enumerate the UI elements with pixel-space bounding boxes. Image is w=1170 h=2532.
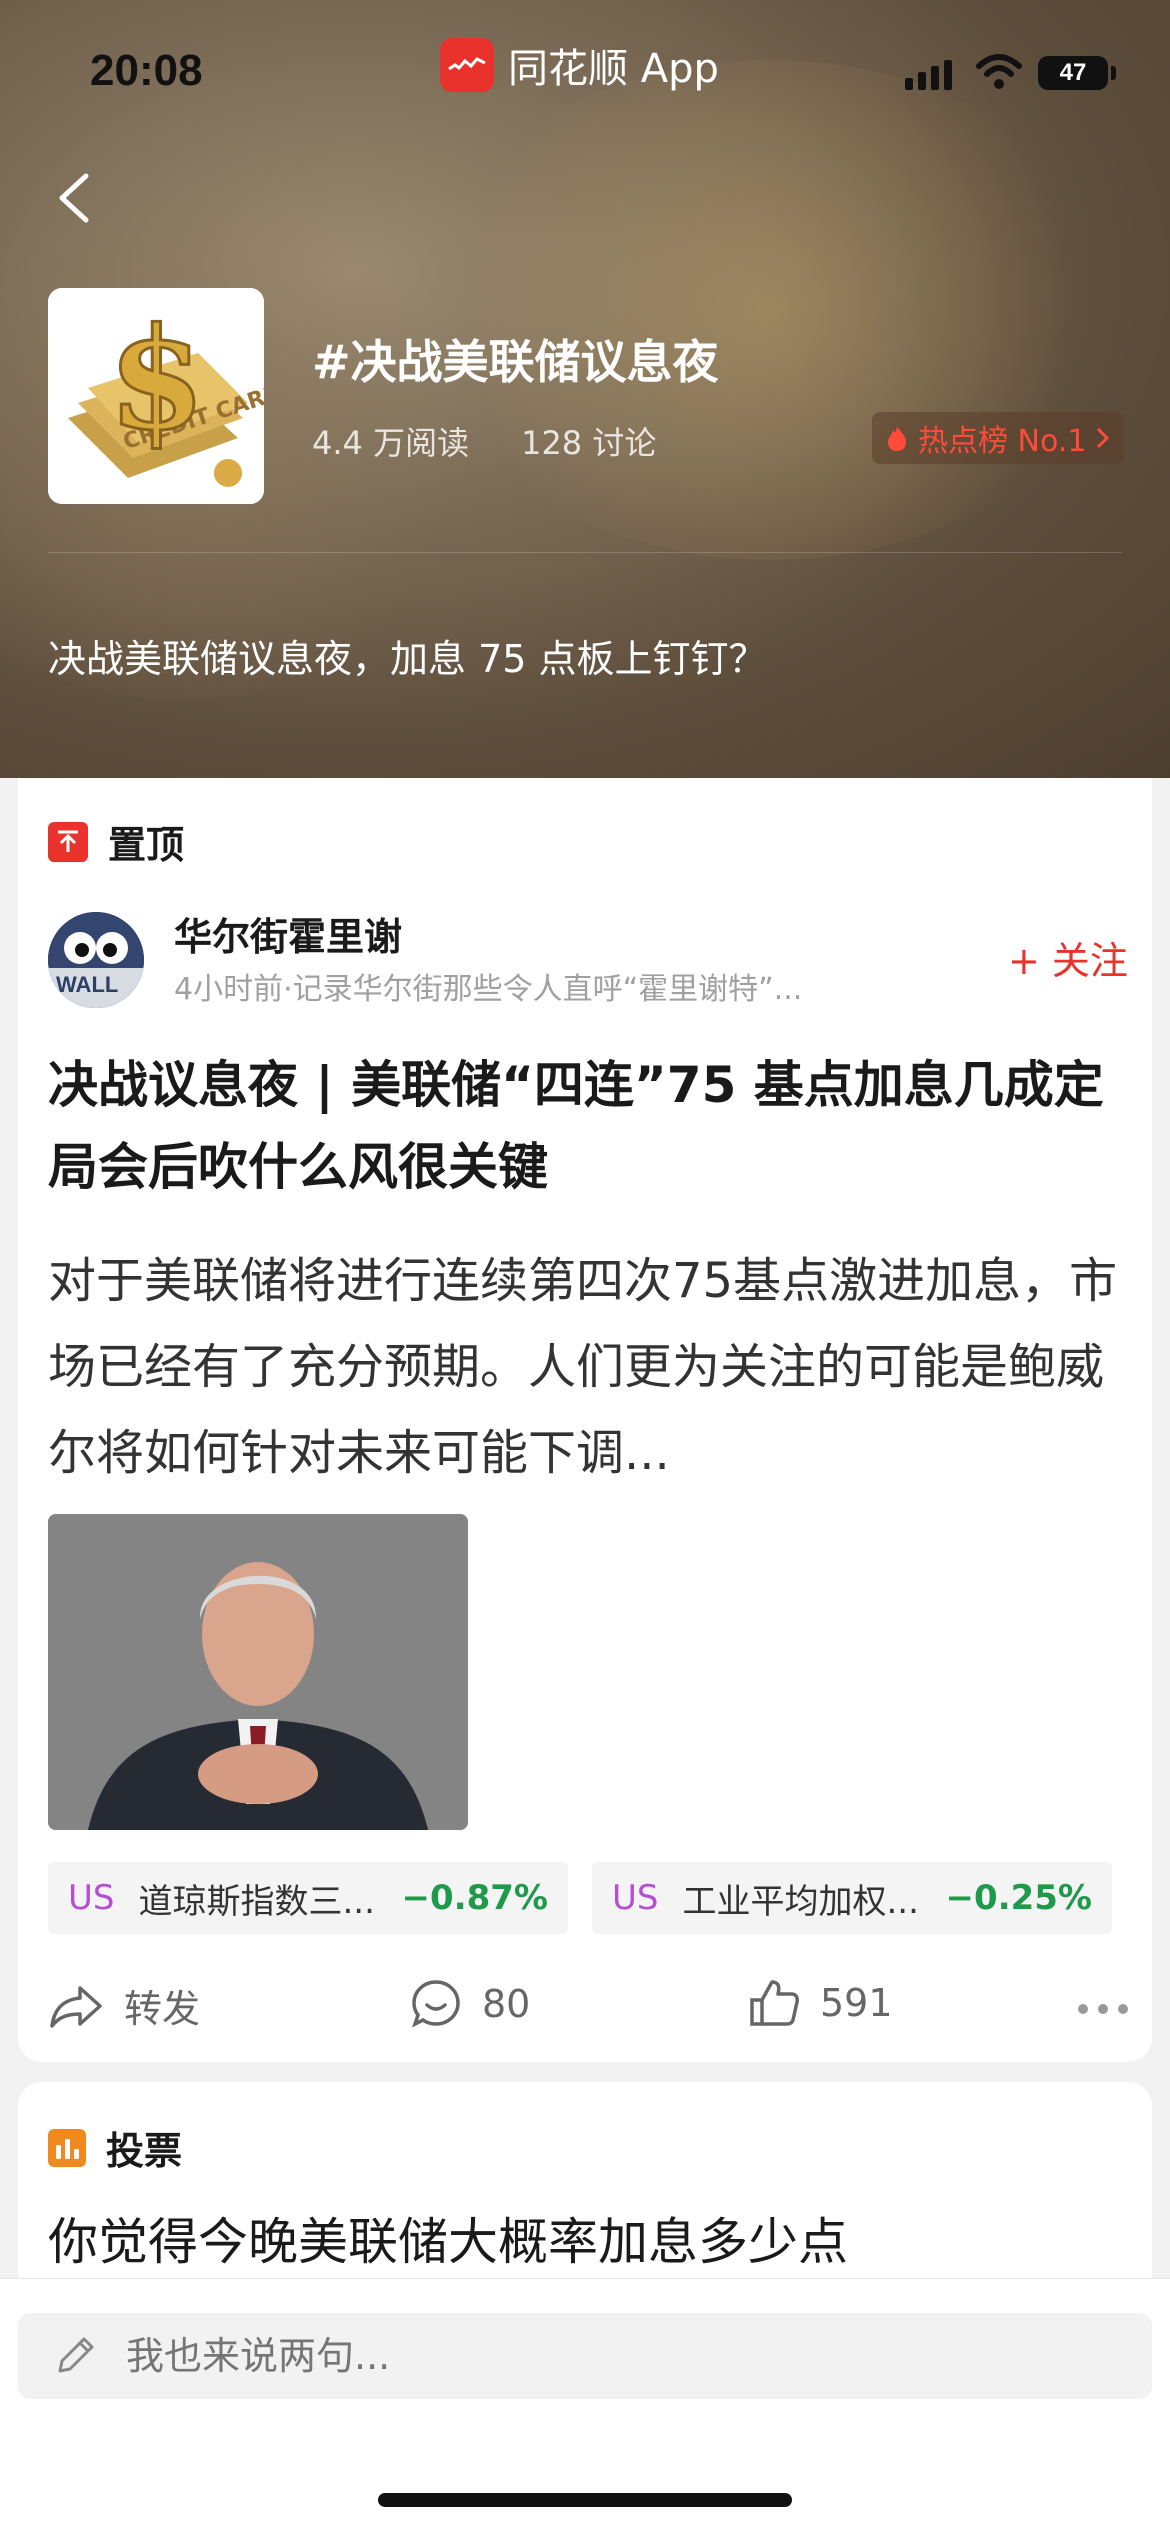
vote-label: 投票 xyxy=(106,2129,183,2173)
share-icon xyxy=(50,1985,102,2028)
like-button[interactable]: 591 xyxy=(748,1978,893,2028)
vote-header: 投票 xyxy=(48,2120,182,2175)
battery-icon: 47 xyxy=(1038,56,1108,90)
stock-change: −0.25% xyxy=(945,1878,1092,1918)
more-options-icon[interactable] xyxy=(1078,2004,1128,2014)
topic-title: #决战美联储议息夜 xyxy=(312,335,719,389)
like-count: 591 xyxy=(820,1981,893,2025)
vote-question[interactable]: 你觉得今晚美联储大概率加息多少点 xyxy=(48,2202,848,2274)
home-indicator xyxy=(378,2493,792,2507)
stock-market-label: US xyxy=(612,1878,659,1918)
app-name: 同花顺 App xyxy=(508,46,719,92)
hot-rank-label: 热点榜 No.1 xyxy=(918,424,1087,459)
svg-text:WALL: WALL xyxy=(56,972,118,997)
author-name[interactable]: 华尔街霍里谢 xyxy=(174,906,402,961)
share-label: 转发 xyxy=(124,1987,201,2031)
author-subtitle: 4小时前·记录华尔街那些令人直呼“霍里谢特”... xyxy=(174,972,803,1007)
comment-input-container[interactable] xyxy=(18,2313,1152,2399)
comment-count: 80 xyxy=(482,1982,531,2026)
comment-button[interactable]: 80 xyxy=(410,1978,530,2030)
app-pill[interactable]: 同花顺 App xyxy=(440,36,719,94)
wifi-icon xyxy=(976,54,1022,89)
post-excerpt[interactable]: 对于美联储将进行连续第四次75基点激进加息，市场已经有了充分预期。人们更为关注的… xyxy=(48,1238,1128,1496)
svg-text:$: $ xyxy=(108,298,205,462)
thumbs-up-icon xyxy=(750,1980,799,2026)
post-title[interactable]: 决战议息夜 | 美联储“四连”75 基点加息几成定局会后吹什么风很关键 xyxy=(48,1044,1128,1208)
pin-top-icon xyxy=(48,821,88,862)
chevron-right-icon xyxy=(1097,427,1110,449)
topic-header: 20:08 同花顺 App 47 CREDIT CARD $ #决战美联储议息夜… xyxy=(0,0,1170,778)
stock-tag-1[interactable]: US 道琼斯指数三... −0.87% xyxy=(48,1862,568,1934)
comment-icon xyxy=(412,1980,460,2028)
pinned-post-card[interactable]: 置顶 WALL 华尔街霍里谢 4小时前·记录华尔街那些令人直呼“霍里谢特”...… xyxy=(18,778,1152,2062)
comment-bar xyxy=(0,2278,1170,2532)
back-arrow-icon[interactable] xyxy=(52,168,96,228)
topic-cover-image: CREDIT CARD $ xyxy=(48,288,264,504)
stock-tag-2[interactable]: US 工业平均加权... −0.25% xyxy=(592,1862,1112,1934)
post-actions: 转发 80 591 xyxy=(48,1968,1128,2048)
follow-button[interactable]: + 关注 xyxy=(1008,930,1128,985)
stock-name: 道琼斯指数三... xyxy=(138,1881,375,1922)
stock-name: 工业平均加权... xyxy=(682,1881,919,1922)
author-avatar[interactable]: WALL xyxy=(48,912,144,1008)
comment-input[interactable] xyxy=(126,2334,1026,2378)
topic-stats: 4.4 万阅读 128 讨论 xyxy=(312,418,656,464)
stock-market-label: US xyxy=(68,1878,115,1918)
pencil-icon xyxy=(58,2337,94,2373)
hot-rank-badge[interactable]: 热点榜 No.1 xyxy=(872,412,1125,464)
post-image[interactable] xyxy=(48,1514,468,1830)
flame-icon xyxy=(888,426,906,451)
topic-description: 决战美联储议息夜，加息 75 点板上钉钉？ xyxy=(48,637,767,681)
pinned-label: 置顶 xyxy=(108,823,185,867)
share-button[interactable]: 转发 xyxy=(48,1978,200,2033)
topic-discussions: 128 讨论 xyxy=(521,424,657,462)
topic-reads: 4.4 万阅读 xyxy=(312,424,470,462)
battery-tip xyxy=(1111,66,1116,80)
stock-change: −0.87% xyxy=(401,1878,548,1918)
app-logo-icon xyxy=(440,38,494,92)
header-divider xyxy=(48,552,1122,553)
pinned-header: 置顶 xyxy=(48,814,184,869)
status-time: 20:08 xyxy=(90,46,203,95)
signal-icon xyxy=(905,60,952,90)
bar-chart-icon xyxy=(48,2128,86,2167)
status-bar: 20:08 同花顺 App 47 xyxy=(0,0,1170,140)
vote-post-card[interactable]: 投票 你觉得今晚美联储大概率加息多少点 xyxy=(18,2082,1152,2282)
